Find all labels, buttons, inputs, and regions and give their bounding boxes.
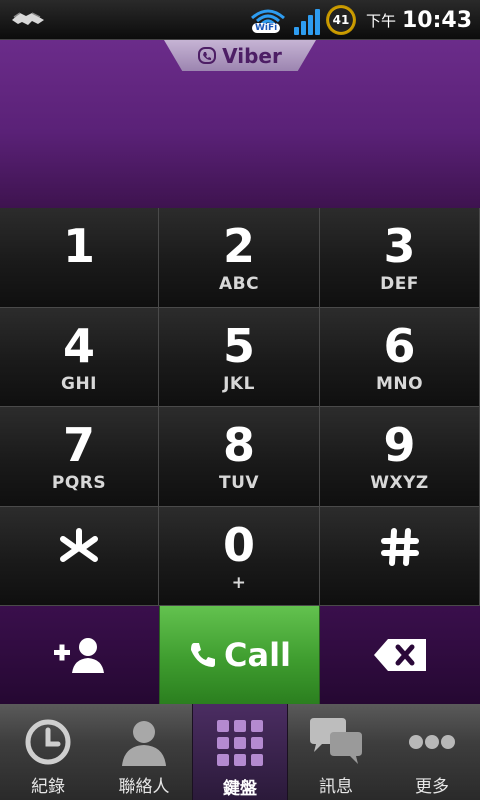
status-bar: WiFi 41 下午 10:43 bbox=[0, 0, 480, 40]
tab-label: 更多 bbox=[415, 777, 449, 797]
dial-keypad: 1 2 ABC 3 DEF 4 GHI 5 JKL 6 MNO 7 PQRS 8… bbox=[0, 208, 480, 606]
tab-contacts[interactable]: 聯絡人 bbox=[96, 704, 192, 800]
add-contact-button[interactable] bbox=[0, 606, 159, 704]
call-label: Call bbox=[223, 636, 291, 674]
tab-keypad[interactable]: 鍵盤 bbox=[192, 704, 288, 800]
brand-name: Viber bbox=[222, 43, 282, 68]
key-2[interactable]: 2 ABC bbox=[159, 208, 320, 308]
key-1[interactable]: 1 bbox=[0, 208, 159, 308]
tab-label: 鍵盤 bbox=[223, 779, 257, 799]
key-8[interactable]: 8 TUV bbox=[159, 407, 320, 507]
bottom-tab-bar: 紀錄 聯絡人 鍵盤 訊息 更多 bbox=[0, 704, 480, 800]
key-digit: 5 bbox=[222, 318, 255, 373]
key-9[interactable]: 9 WXYZ bbox=[320, 407, 480, 507]
phone-icon bbox=[190, 643, 215, 667]
tab-label: 訊息 bbox=[319, 777, 353, 797]
key-letters: TUV bbox=[218, 473, 260, 493]
signal-strength-icon bbox=[293, 5, 320, 35]
tab-label: 聯絡人 bbox=[118, 777, 170, 797]
key-letters: JKL bbox=[223, 373, 255, 394]
wifi-icon: WiFi bbox=[248, 4, 288, 36]
key-digit: 8 bbox=[222, 418, 255, 472]
more-icon bbox=[409, 735, 455, 749]
key-letters: GHI bbox=[60, 373, 97, 394]
battery-level: 41 bbox=[332, 13, 350, 27]
battery-icon: 41 bbox=[325, 5, 356, 35]
clock: 10:43 bbox=[401, 7, 472, 33]
tab-messages[interactable]: 訊息 bbox=[288, 704, 384, 800]
tab-more[interactable]: 更多 bbox=[384, 704, 480, 800]
key-0[interactable]: 0 + bbox=[159, 506, 320, 606]
dialer-header: Viber bbox=[0, 40, 480, 208]
key-digit: 2 bbox=[222, 219, 255, 273]
add-contact-icon bbox=[53, 638, 104, 673]
dialed-number-display bbox=[20, 100, 460, 160]
key-digit: 4 bbox=[62, 318, 95, 373]
key-letters: + bbox=[231, 572, 247, 593]
key-letters: PQRS bbox=[51, 473, 107, 493]
wifi-label: WiFi bbox=[251, 23, 281, 33]
call-button[interactable]: Call bbox=[159, 606, 320, 704]
key-6[interactable]: 6 MNO bbox=[320, 307, 480, 407]
backspace-button[interactable] bbox=[320, 606, 480, 704]
key-digit: 9 bbox=[383, 418, 416, 472]
time-prefix: 下午 bbox=[365, 11, 396, 30]
asterisk-icon bbox=[60, 527, 98, 562]
key-3[interactable]: 3 DEF bbox=[320, 208, 480, 308]
key-digit: 1 bbox=[62, 219, 95, 273]
dialer-actions: Call bbox=[0, 606, 480, 704]
hash-icon bbox=[380, 527, 419, 566]
key-5[interactable]: 5 JKL bbox=[159, 307, 320, 407]
key-letters: DEF bbox=[380, 274, 419, 294]
key-letters: WXYZ bbox=[370, 473, 429, 493]
contact-icon bbox=[122, 721, 166, 766]
clock-icon bbox=[25, 719, 71, 765]
backspace-icon bbox=[374, 639, 426, 671]
key-letters: ABC bbox=[218, 274, 260, 294]
key-letters: MNO bbox=[375, 373, 424, 394]
keypad-icon bbox=[217, 720, 263, 766]
key-digit: 7 bbox=[62, 418, 95, 472]
key-4[interactable]: 4 GHI bbox=[0, 307, 159, 407]
tab-label: 紀錄 bbox=[31, 777, 65, 797]
key-star[interactable] bbox=[0, 506, 159, 606]
chat-icon bbox=[310, 718, 362, 764]
key-digit: 0 bbox=[222, 517, 255, 572]
viber-phone-icon bbox=[198, 46, 217, 64]
key-digit: 6 bbox=[383, 318, 416, 373]
key-digit: 3 bbox=[383, 219, 416, 273]
viber-logo-tab: Viber bbox=[164, 40, 316, 71]
tab-recents[interactable]: 紀錄 bbox=[0, 704, 96, 800]
key-pound[interactable] bbox=[320, 506, 480, 606]
key-7[interactable]: 7 PQRS bbox=[0, 407, 159, 507]
usb-debug-icon bbox=[10, 8, 46, 34]
